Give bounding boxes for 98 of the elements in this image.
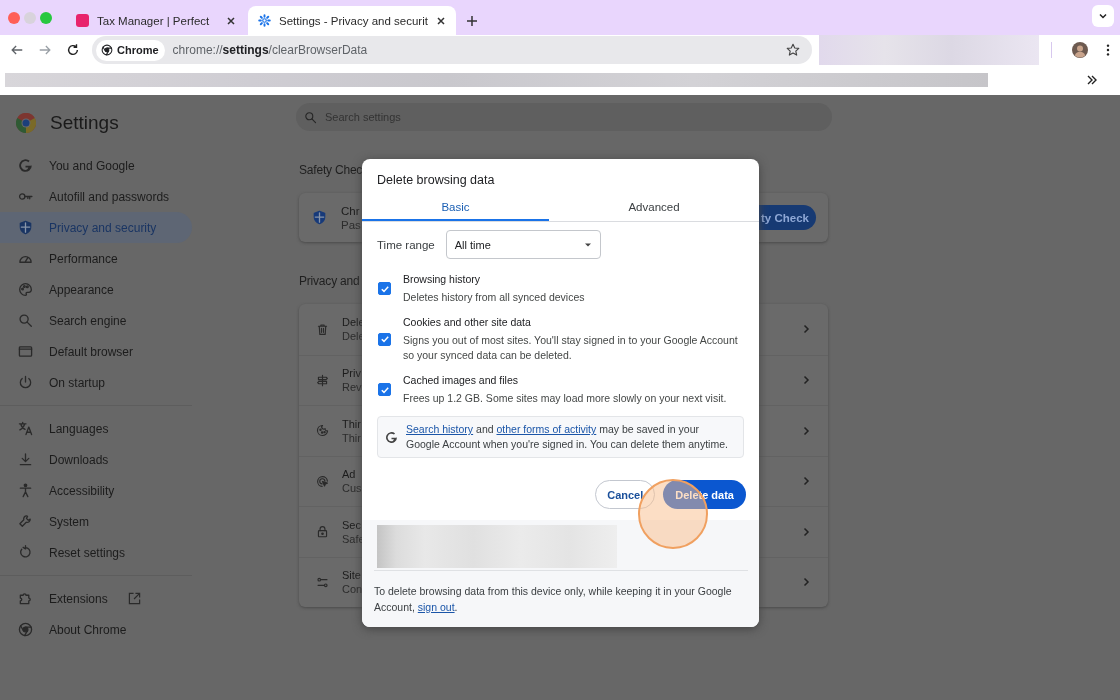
google-g-icon — [385, 430, 398, 444]
target-cursor-icon — [316, 474, 329, 488]
safety-check-button[interactable]: ty Check — [759, 205, 816, 230]
app-icon — [76, 14, 89, 27]
reset-icon — [18, 545, 33, 560]
cancel-button[interactable]: Cancel — [595, 480, 656, 509]
option-title: Browsing history — [403, 272, 482, 287]
sidebar-item[interactable]: Extensions — [0, 583, 192, 614]
trash-icon — [316, 322, 329, 336]
row-subtitle: Con — [342, 583, 363, 596]
option-description: Frees up 1.2 GB. Some sites may load more slowly on your next visit. — [403, 391, 727, 406]
row-subtitle: Cus — [342, 482, 362, 495]
sidebar-item[interactable]: Appearance — [0, 274, 192, 305]
sidebar-item[interactable]: System — [0, 506, 192, 537]
address-bar[interactable]: Chrome chrome://settings/clearBrowserData — [92, 36, 812, 64]
option-description: Signs you out of most sites. You'll stay signed in to your Google Account so your synced data can be deleted. — [403, 333, 739, 363]
chevron-right-icon[interactable] — [801, 425, 811, 436]
section-heading: Privacy and — [299, 274, 360, 290]
sidebar-item[interactable]: Accessibility — [0, 475, 192, 506]
sidebar-item[interactable]: Languages — [0, 413, 192, 444]
accessibility-icon — [18, 483, 33, 498]
close-window-button[interactable] — [8, 11, 20, 24]
settings-title: Settings — [50, 112, 119, 134]
google-g-icon — [18, 158, 33, 173]
sidebar-item[interactable]: Privacy and security — [0, 212, 192, 243]
footer-text: To delete browsing data from this device only, while keeping it in your Google Account, sign out. — [374, 584, 733, 615]
link[interactable]: Search history — [406, 423, 474, 435]
browser-window-icon — [18, 344, 33, 359]
tab-search-button[interactable] — [1092, 5, 1114, 27]
option-description: Deletes history from all synced devices — [403, 290, 585, 305]
close-icon[interactable] — [226, 15, 236, 26]
download-icon — [18, 452, 33, 467]
chevron-right-icon[interactable] — [801, 526, 811, 537]
sidebar-item[interactable]: About Chrome — [0, 614, 192, 645]
sidebar-item[interactable]: Default browser — [0, 336, 192, 367]
chevron-right-icon[interactable] — [801, 476, 811, 487]
sidebar-item[interactable]: Reset settings — [0, 537, 192, 568]
chevron-right-icon[interactable] — [801, 324, 811, 335]
chevron-down-icon — [1098, 11, 1108, 21]
sidebar-item[interactable]: You and Google — [0, 150, 192, 181]
row-title[interactable]: Thir — [342, 417, 361, 430]
avatar-icon[interactable] — [1072, 42, 1088, 58]
notice-text: Search history and other forms of activity may be saved in your Google Account when you're signed in. You can delete them anytime. — [406, 422, 729, 452]
link[interactable]: sign out — [417, 600, 455, 613]
row-title[interactable]: Priv — [342, 367, 362, 380]
sidebar-item[interactable]: Search engine — [0, 305, 192, 336]
chrome-icon — [18, 622, 33, 637]
new-tab-icon[interactable] — [465, 15, 478, 27]
shield-icon — [312, 210, 327, 225]
wrench-icon — [18, 514, 33, 529]
lock-icon — [316, 525, 329, 539]
option-title: Cached images and files — [403, 373, 519, 388]
checkbox[interactable] — [378, 383, 391, 396]
row-subtitle: Thir — [342, 431, 361, 444]
dialog-tab[interactable]: Basic — [362, 195, 549, 221]
row-title[interactable]: Site — [342, 569, 363, 582]
search-icon — [304, 110, 317, 124]
time-range-label: Time range — [377, 238, 435, 251]
option-title: Cookies and other site data — [403, 315, 532, 330]
chevron-right-icon[interactable] — [801, 577, 811, 588]
browser-tab[interactable]: Settings - Privacy and securit — [248, 6, 456, 35]
chevron-right-icon[interactable] — [801, 375, 811, 386]
site-chip[interactable]: Chrome — [96, 39, 165, 61]
dialog-title: Delete browsing data — [376, 172, 496, 189]
forward-icon[interactable] — [38, 43, 52, 57]
checkbox[interactable] — [378, 332, 391, 346]
close-icon[interactable] — [435, 15, 446, 26]
dialog-tab[interactable]: Advanced — [549, 195, 759, 221]
url-text: chrome://settings/clearBrowserData — [172, 43, 369, 57]
chrome-icon — [101, 44, 113, 56]
row-title[interactable]: Ad — [342, 468, 362, 481]
sidebar-item[interactable]: On startup — [0, 367, 192, 398]
sidebar-item[interactable]: Performance — [0, 243, 192, 274]
back-icon[interactable] — [10, 43, 24, 57]
bookmark-star-icon[interactable] — [786, 43, 800, 57]
checkbox[interactable] — [378, 282, 391, 295]
search-icon — [18, 313, 33, 328]
sliders-icon — [316, 575, 329, 589]
shield-icon — [18, 220, 33, 235]
browser-tab[interactable]: Tax Manager | Perfect — [66, 6, 246, 35]
double-chevron-icon[interactable] — [1086, 74, 1098, 86]
signpost-icon — [316, 373, 329, 387]
sidebar-item[interactable]: Autofill and passwords — [0, 181, 192, 212]
palette-icon — [18, 282, 33, 297]
translate-icon — [18, 421, 33, 436]
section-heading: Safety Chec — [299, 163, 363, 179]
reload-icon[interactable] — [66, 43, 80, 57]
chrome-logo-icon — [16, 113, 36, 133]
card-subtitle: Pas — [341, 218, 361, 231]
time-range-dropdown[interactable]: All time — [445, 230, 601, 259]
puzzle-icon — [18, 591, 33, 606]
row-title[interactable]: Sec — [342, 518, 365, 531]
power-icon — [18, 375, 33, 390]
sidebar-item[interactable]: Downloads — [0, 444, 192, 475]
row-subtitle: Rev — [342, 381, 362, 394]
link[interactable]: other forms of activity — [496, 423, 597, 435]
cookie-icon — [316, 424, 329, 438]
card-title: Chr — [341, 204, 361, 217]
